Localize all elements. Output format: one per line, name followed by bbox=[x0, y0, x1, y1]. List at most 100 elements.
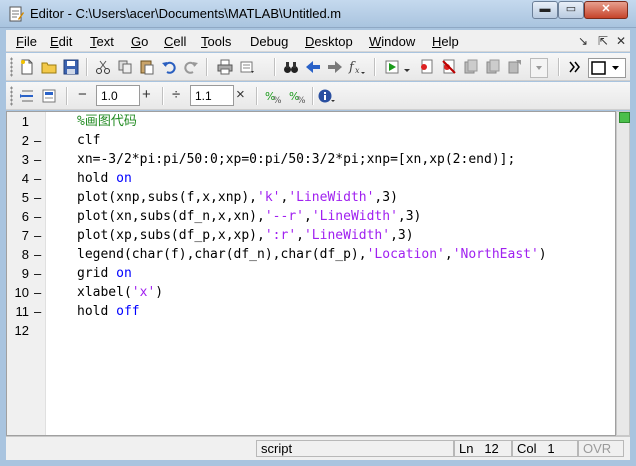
title-bar: Editor - C:\Users\acer\Documents\MATLAB\… bbox=[0, 0, 636, 28]
code-line[interactable]: 12 bbox=[7, 321, 607, 340]
code-token: hold bbox=[77, 171, 117, 186]
step-button[interactable] bbox=[462, 58, 480, 76]
menu-desktop[interactable]: Desktop bbox=[305, 34, 353, 49]
menu-window[interactable]: Window bbox=[369, 34, 415, 49]
layout-dropdown[interactable] bbox=[588, 58, 626, 78]
printer-icon bbox=[217, 59, 233, 75]
scissors-icon bbox=[96, 60, 110, 74]
help-button[interactable] bbox=[318, 87, 336, 105]
menu-text[interactable]: Text bbox=[90, 34, 114, 49]
code-token: plot(xp,subs(df_p,x,xp), bbox=[77, 228, 265, 243]
divide-value-button[interactable]: ÷ bbox=[172, 86, 180, 103]
code-line[interactable]: 11– hold off bbox=[7, 302, 607, 321]
factor-field[interactable] bbox=[190, 85, 234, 106]
executable-line-marker[interactable]: – bbox=[34, 283, 41, 302]
menu-bar: File Edit Text Go Cell Tools Debug Deskt… bbox=[6, 30, 630, 52]
multiply-value-button[interactable]: × bbox=[236, 86, 245, 103]
redo-button[interactable] bbox=[182, 58, 200, 76]
save-button[interactable] bbox=[62, 58, 80, 76]
set-breakpoint-button[interactable] bbox=[418, 58, 436, 76]
executable-line-marker[interactable]: – bbox=[34, 131, 41, 150]
minimize-button[interactable]: ▬ bbox=[532, 1, 558, 19]
value-field[interactable] bbox=[96, 85, 140, 106]
close-document-icon[interactable]: ✕ bbox=[616, 34, 626, 48]
redo-icon bbox=[184, 61, 198, 74]
arrow-right-icon bbox=[328, 61, 342, 73]
forward-button[interactable] bbox=[326, 58, 344, 76]
toolbar-grip[interactable] bbox=[10, 57, 13, 77]
decrement-value-button[interactable]: − bbox=[78, 86, 87, 103]
code-line[interactable]: 8– legend(char(f),char(df_n),char(df_p),'… bbox=[7, 245, 607, 264]
executable-line-marker[interactable]: – bbox=[34, 226, 41, 245]
menu-tools[interactable]: Tools bbox=[201, 34, 231, 49]
open-file-button[interactable] bbox=[40, 58, 58, 76]
executable-line-marker[interactable]: – bbox=[34, 207, 41, 226]
executable-line-marker[interactable]: – bbox=[34, 264, 41, 283]
stack-dropdown[interactable] bbox=[530, 58, 548, 78]
executable-line-marker[interactable]: – bbox=[34, 188, 41, 207]
code-line[interactable]: 6– plot(xn,subs(df_n,x,xn),'--r','LineWid… bbox=[7, 207, 607, 226]
code-line[interactable]: 7– plot(xp,subs(df_p,x,xp),':r','LineWidt… bbox=[7, 226, 607, 245]
function-button[interactable]: fx bbox=[348, 58, 366, 76]
paste-button[interactable] bbox=[138, 58, 156, 76]
cell-title-button[interactable] bbox=[40, 87, 58, 105]
file-type-status: script bbox=[256, 440, 454, 457]
copy-button[interactable] bbox=[116, 58, 134, 76]
new-file-button[interactable] bbox=[18, 58, 36, 76]
toolbar-grip[interactable] bbox=[10, 86, 13, 106]
code-string: ':r' bbox=[264, 228, 297, 243]
close-button[interactable]: ✕ bbox=[584, 1, 628, 19]
undock-icon[interactable]: ⇱ bbox=[598, 34, 608, 48]
code-string: 'Location' bbox=[366, 247, 445, 262]
executable-line-marker[interactable]: – bbox=[34, 169, 41, 188]
code-editor[interactable]: 1 %画图代码 2– clf 3– xn=-3/2*pi:pi/50:0;xp=0:pi/… bbox=[6, 111, 616, 436]
publish-icon bbox=[240, 61, 254, 73]
code-line[interactable]: 4– hold on bbox=[7, 169, 607, 188]
dock-arrow-icon[interactable]: ↘ bbox=[578, 34, 588, 48]
insert-cell-divider-button[interactable] bbox=[18, 87, 36, 105]
menu-edit[interactable]: Edit bbox=[50, 34, 72, 49]
menu-debug[interactable]: Debug bbox=[250, 34, 288, 49]
evaluate-cell-advance-button[interactable]: %% bbox=[288, 87, 306, 105]
menu-file[interactable]: File bbox=[16, 34, 37, 49]
vertical-scrollbar[interactable] bbox=[616, 111, 630, 436]
evaluate-cell-button[interactable]: %% bbox=[264, 87, 282, 105]
find-button[interactable] bbox=[282, 58, 300, 76]
publish-button[interactable] bbox=[238, 58, 256, 76]
menu-go[interactable]: Go bbox=[131, 34, 148, 49]
undo-button[interactable] bbox=[160, 58, 178, 76]
double-chevron-right-icon bbox=[569, 61, 580, 73]
maximize-button[interactable]: ▭ bbox=[558, 1, 584, 19]
executable-line-marker[interactable]: – bbox=[34, 245, 41, 264]
maximize-icon: ▭ bbox=[565, 3, 577, 15]
undo-icon bbox=[162, 61, 176, 74]
run-button[interactable] bbox=[384, 58, 402, 76]
menu-help[interactable]: Help bbox=[432, 34, 459, 49]
step-in-button[interactable] bbox=[484, 58, 502, 76]
clear-breakpoints-button[interactable] bbox=[440, 58, 458, 76]
code-line[interactable]: 1 %画图代码 bbox=[7, 112, 607, 131]
code-token: legend(char(f),char(df_n),char(df_p), bbox=[77, 247, 367, 262]
status-bar: script Ln 12 Col 1 OVR bbox=[6, 436, 630, 460]
print-button[interactable] bbox=[216, 58, 234, 76]
code-line[interactable]: 10– xlabel('x') bbox=[7, 283, 607, 302]
line-status: Ln 12 bbox=[454, 440, 512, 457]
cut-button[interactable] bbox=[94, 58, 112, 76]
code-line[interactable]: 2– clf bbox=[7, 131, 607, 150]
window-layout-icon bbox=[591, 61, 619, 75]
code-text: plot(xp,subs(df_p,x,xp),':r','LineWidth'… bbox=[77, 226, 414, 245]
increment-value-button[interactable]: + bbox=[142, 86, 151, 103]
menu-cell[interactable]: Cell bbox=[164, 34, 186, 49]
code-line[interactable]: 5– plot(xnp,subs(f,x,xnp),'k','LineWidth'… bbox=[7, 188, 607, 207]
executable-line-marker[interactable]: – bbox=[34, 150, 41, 169]
run-dropdown-button[interactable] bbox=[402, 58, 412, 76]
back-button[interactable] bbox=[304, 58, 322, 76]
step-out-button[interactable] bbox=[506, 58, 524, 76]
code-line[interactable]: 3– xn=-3/2*pi:pi/50:0;xp=0:pi/50:3/2*pi;x… bbox=[7, 150, 607, 169]
info-icon bbox=[318, 89, 335, 103]
executable-line-marker[interactable]: – bbox=[34, 302, 41, 321]
toolbar-overflow-button[interactable] bbox=[568, 58, 582, 76]
code-string: 'x' bbox=[131, 285, 156, 300]
insert-cell-icon bbox=[20, 90, 33, 102]
code-line[interactable]: 9– grid on bbox=[7, 264, 607, 283]
